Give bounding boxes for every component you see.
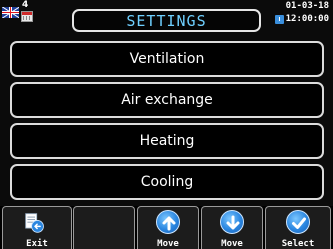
arrow-up-icon xyxy=(156,210,180,234)
time-display: 12:00:00 xyxy=(285,14,329,24)
move-down-button[interactable]: Move xyxy=(201,206,263,249)
move-up-label: Move xyxy=(157,239,179,249)
time-row: 12:00:00 xyxy=(274,14,329,24)
empty-softkey[interactable] xyxy=(73,206,135,249)
exit-label: Exit xyxy=(26,239,48,249)
clock-icon xyxy=(274,14,284,24)
settings-menu: Ventilation Air exchange Heating Cooling xyxy=(10,41,324,205)
arrow-down-icon xyxy=(220,210,244,234)
checkmark-icon xyxy=(286,210,310,234)
select-button[interactable]: Select xyxy=(265,206,331,249)
exit-button[interactable]: Exit xyxy=(2,206,72,249)
select-label: Select xyxy=(281,239,315,249)
menu-item-ventilation[interactable]: Ventilation xyxy=(10,41,324,77)
status-bar: 4 SETTINGS 01-03-18 12:00:00 xyxy=(0,0,333,36)
softkey-bar: Exit Move Move Select xyxy=(0,206,333,249)
menu-item-air-exchange[interactable]: Air exchange xyxy=(10,82,324,118)
menu-item-heating[interactable]: Heating xyxy=(10,123,324,159)
user-number: 4 xyxy=(22,0,29,10)
menu-item-label: Heating xyxy=(139,133,195,149)
menu-item-cooling[interactable]: Cooling xyxy=(10,164,324,200)
move-up-button[interactable]: Move xyxy=(137,206,199,249)
uk-flag-icon[interactable] xyxy=(2,7,19,18)
exit-icon xyxy=(25,213,44,233)
settings-screen: 4 SETTINGS 01-03-18 12:00:00 Ventilation… xyxy=(0,0,333,249)
calendar-icon xyxy=(21,11,33,22)
date-display: 01-03-18 xyxy=(285,1,329,11)
menu-item-label: Cooling xyxy=(140,174,194,190)
move-down-label: Move xyxy=(221,239,243,249)
page-title: SETTINGS xyxy=(126,11,207,30)
page-title-box: SETTINGS xyxy=(72,9,261,32)
menu-item-label: Air exchange xyxy=(121,92,213,108)
menu-item-label: Ventilation xyxy=(129,51,205,67)
